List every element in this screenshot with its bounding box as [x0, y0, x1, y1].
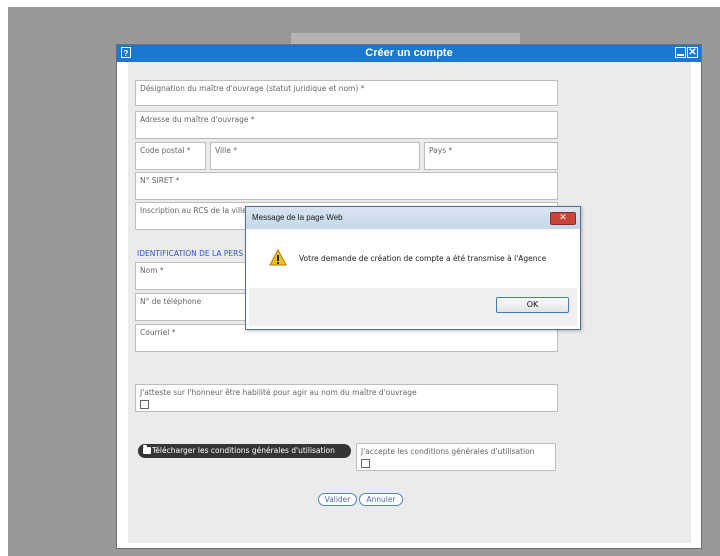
phone-label: N° de téléphone: [140, 297, 202, 306]
dialog-close-icon[interactable]: ✕: [550, 212, 576, 225]
web-page-message-dialog: Message de la page Web ✕ Votre demande d…: [245, 206, 581, 330]
siret-label: N° SIRET *: [140, 176, 180, 185]
identification-section-title: IDENTIFICATION DE LA PERS: [137, 249, 244, 258]
accept-cgu-field: J'accepte les conditions générales d'uti…: [356, 443, 556, 471]
attestation-label: J'atteste sur l'honneur être habilité po…: [140, 388, 417, 397]
dialog-footer: OK: [249, 288, 577, 326]
postal-code-label: Code postal *: [140, 146, 191, 155]
dialog-title: Message de la page Web: [246, 207, 580, 229]
help-icon[interactable]: ?: [121, 47, 131, 58]
country-label: Pays *: [429, 146, 453, 155]
validate-button[interactable]: Valider: [318, 493, 357, 506]
folder-icon: [143, 445, 151, 454]
attestation-checkbox[interactable]: [140, 400, 149, 409]
city-label: Ville *: [215, 146, 237, 155]
siret-field[interactable]: N° SIRET *: [135, 172, 558, 200]
address-label: Adresse du maître d'ouvrage *: [140, 115, 255, 124]
accept-cgu-checkbox[interactable]: [361, 459, 370, 468]
dialog-title-text: Message de la page Web: [252, 213, 343, 222]
designation-field[interactable]: Désignation du maître d'ouvrage (statut …: [135, 80, 558, 106]
rcs-label: Inscription au RCS de la ville: [140, 206, 247, 215]
window-title: Créer un compte: [365, 47, 453, 59]
designation-label: Désignation du maître d'ouvrage (statut …: [140, 84, 365, 93]
download-cgu-button[interactable]: Télécharger les conditions générales d'u…: [138, 444, 351, 458]
warning-icon: [269, 249, 287, 266]
dialog-message: Votre demande de création de compte a ét…: [299, 254, 547, 263]
address-field[interactable]: Adresse du maître d'ouvrage *: [135, 111, 558, 139]
accept-cgu-label: J'accepte les conditions générales d'uti…: [361, 447, 535, 456]
close-icon[interactable]: ✕: [687, 47, 698, 58]
city-field[interactable]: Ville *: [210, 142, 420, 170]
cancel-button[interactable]: Annuler: [359, 493, 403, 506]
minimize-icon[interactable]: [675, 47, 686, 58]
ok-button[interactable]: OK: [496, 297, 569, 313]
postal-code-field[interactable]: Code postal *: [135, 142, 206, 170]
email-label: Courriel *: [140, 328, 176, 337]
dialog-body: Votre demande de création de compte a ét…: [249, 229, 577, 288]
page-header-strip: [291, 33, 520, 44]
country-field[interactable]: Pays *: [424, 142, 558, 170]
window-title-bar: ? Créer un compte ✕: [117, 45, 701, 62]
attestation-field: J'atteste sur l'honneur être habilité po…: [135, 384, 558, 412]
name-label: Nom *: [140, 266, 164, 275]
download-cgu-label: Télécharger les conditions générales d'u…: [152, 446, 335, 455]
